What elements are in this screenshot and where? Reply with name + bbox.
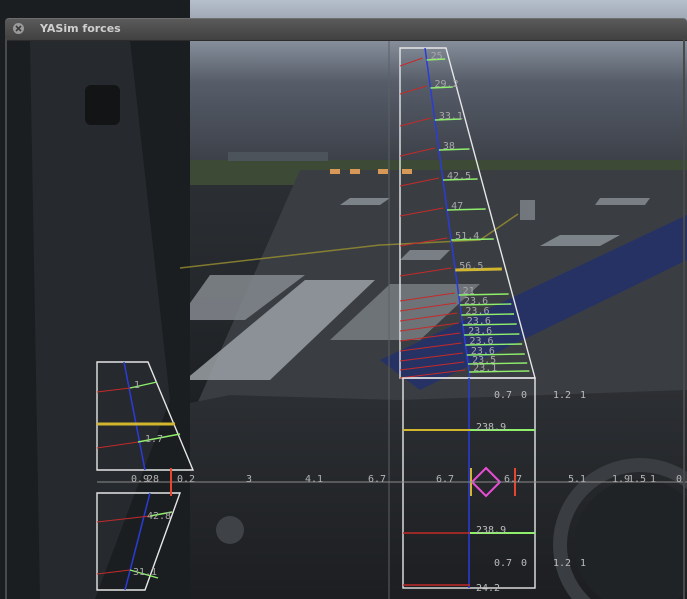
window-latch <box>85 85 120 125</box>
segment-label: 25 <box>431 51 443 62</box>
window-title: YASim forces <box>40 22 121 35</box>
runway-stripe <box>595 198 650 205</box>
segment-label: 23.1 <box>473 363 497 374</box>
segment-label: 51.4 <box>455 231 479 242</box>
segment-label: 1.7 <box>145 434 163 445</box>
axis-tick-label: 6.7 <box>504 474 522 485</box>
coefficient-label: 1.2 <box>553 390 571 401</box>
axis-tick-label: 4.1 <box>305 474 323 485</box>
segment-label: 42.5 <box>447 171 471 182</box>
background-scene <box>0 0 687 599</box>
axis-tick-label: 3 <box>246 474 252 485</box>
segment-label: 47 <box>451 201 463 212</box>
coefficient-label: 1.2 <box>553 558 571 569</box>
dashboard-knob <box>216 516 244 544</box>
coefficient-label: 1 <box>580 558 586 569</box>
coefficient-label: 1 <box>580 390 586 401</box>
axis-tick-label: 6.7 <box>436 474 454 485</box>
segment-label: 42.8 <box>147 511 171 522</box>
axis-tick-label: 28 <box>147 474 159 485</box>
axis-tick-label: 0 <box>676 474 682 485</box>
simulator-view: 2529.233.13842.54751.456.52123.623.623.6… <box>0 0 687 599</box>
close-icon[interactable] <box>13 23 24 34</box>
axis-tick-label: 1.5 <box>628 474 646 485</box>
coefficient-label: 0.7 <box>494 390 512 401</box>
segment-label: 56.5 <box>459 261 483 272</box>
coefficient-label: 0.7 <box>494 558 512 569</box>
segment-label: 1 <box>134 380 140 391</box>
segment-label: 33.1 <box>439 111 463 122</box>
force-value-label: 238.9 <box>476 525 506 536</box>
segment-label: 38 <box>443 141 455 152</box>
axis-tick-label: 6.7 <box>368 474 386 485</box>
coefficient-label: 0 <box>521 390 527 401</box>
axis-tick-label: 1 <box>650 474 656 485</box>
segment-label: 31.1 <box>133 567 157 578</box>
distant-buildings <box>228 152 328 161</box>
runway-stripe <box>520 200 535 220</box>
axis-tick-label: 5.1 <box>568 474 586 485</box>
segment-label: 29.2 <box>434 79 458 90</box>
force-value-label: 24.2 <box>476 583 500 594</box>
force-value-label: 238.9 <box>476 422 506 433</box>
coefficient-label: 0 <box>521 558 527 569</box>
axis-tick-label: 0.2 <box>177 474 195 485</box>
